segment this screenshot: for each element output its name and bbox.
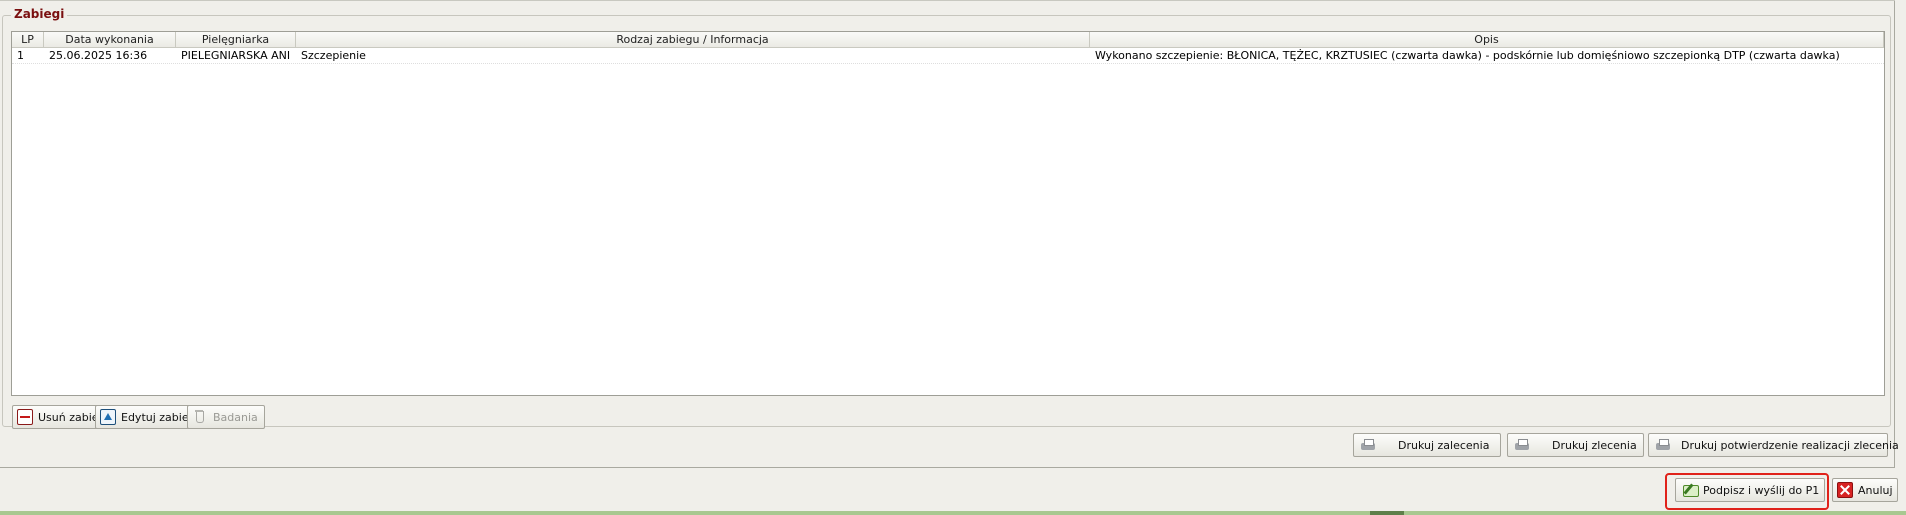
main-panel: Zabiegi LP Data wykonania Pielęgniarka R… <box>0 0 1899 468</box>
column-header-nurse[interactable]: Pielęgniarka <box>176 32 296 48</box>
sign-and-send-button[interactable]: Podpisz i wyślij do P1 <box>1675 478 1825 502</box>
window-bottom-edge <box>0 511 1906 515</box>
group-title: Zabiegi <box>11 7 68 21</box>
column-header-type[interactable]: Rodzaj zabiegu / Informacja <box>296 32 1090 48</box>
printer-icon <box>1655 437 1671 453</box>
resize-grip <box>1370 511 1404 515</box>
procedures-table[interactable]: LP Data wykonania Pielęgniarka Rodzaj za… <box>11 31 1885 396</box>
cell-nurse: PIELEGNIARSKA ANI <box>181 49 291 62</box>
cell-description: Wykonano szczepienie: BŁONICA, TĘŻEC, KR… <box>1095 49 1840 62</box>
cell-type: Szczepienie <box>301 49 366 62</box>
table-row[interactable]: 1 25.06.2025 16:36 PIELEGNIARSKA ANI Szc… <box>12 48 1884 64</box>
arrow-up-icon <box>100 409 116 425</box>
sign-and-send-label: Podpisz i wyślij do P1 <box>1703 483 1820 497</box>
procedures-window: Zabiegi LP Data wykonania Pielęgniarka R… <box>0 0 1906 515</box>
column-header-date[interactable]: Data wykonania <box>44 32 176 48</box>
sign-icon <box>1682 482 1699 498</box>
print-confirmation-button[interactable]: Drukuj potwierdzenie realizacji zlecenia <box>1648 433 1899 457</box>
print-recommendations-button[interactable]: Drukuj zalecenia <box>1353 433 1501 457</box>
print-orders-label: Drukuj zlecenia <box>1552 438 1637 452</box>
tests-label: Badania <box>213 410 258 424</box>
cell-lp: 1 <box>17 49 24 62</box>
minus-icon <box>17 409 33 425</box>
printer-icon <box>1514 437 1530 453</box>
procedures-group: Zabiegi LP Data wykonania Pielęgniarka R… <box>2 7 1891 429</box>
close-icon <box>1837 482 1853 498</box>
column-header-lp[interactable]: LP <box>12 32 44 48</box>
cancel-label: Anuluj <box>1858 483 1893 497</box>
print-confirmation-label: Drukuj potwierdzenie realizacji zlecenia <box>1681 438 1899 452</box>
cell-date: 25.06.2025 16:36 <box>49 49 148 62</box>
cancel-button[interactable]: Anuluj <box>1832 478 1898 502</box>
column-header-description[interactable]: Opis <box>1090 32 1884 48</box>
tests-button[interactable]: Badania <box>187 405 265 429</box>
top-divider <box>0 0 1895 1</box>
print-recommendations-label: Drukuj zalecenia <box>1398 438 1490 452</box>
edit-procedure-label: Edytuj zabieg <box>121 410 196 424</box>
table-header: LP Data wykonania Pielęgniarka Rodzaj za… <box>12 32 1884 48</box>
print-orders-button[interactable]: Drukuj zlecenia <box>1507 433 1644 457</box>
flask-icon <box>192 409 208 425</box>
printer-icon <box>1360 437 1376 453</box>
